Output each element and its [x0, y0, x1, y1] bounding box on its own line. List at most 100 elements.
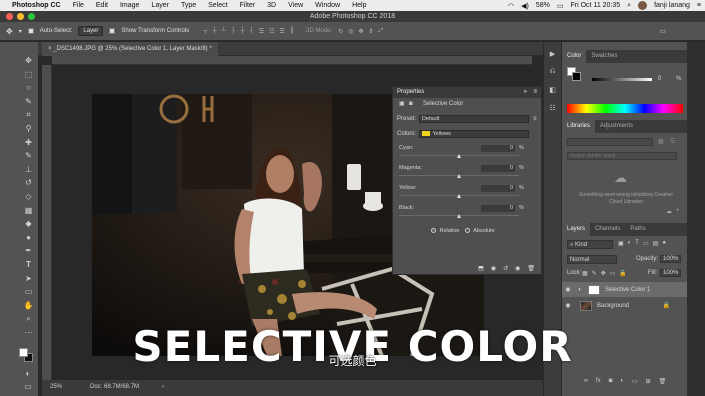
filter-adjustment-icon[interactable]: ◐	[628, 240, 632, 247]
black-value[interactable]: 0	[481, 205, 515, 212]
align-left-icon[interactable]: ├	[231, 28, 235, 35]
yellow-value[interactable]: 0	[481, 185, 515, 192]
history-icon[interactable]: ⎌	[548, 68, 558, 78]
preset-dropdown[interactable]: Default	[419, 115, 529, 123]
quick-select-tool-icon[interactable]: ✎	[24, 97, 34, 107]
battery-icon[interactable]: ▭	[557, 2, 564, 10]
lock-transparent-icon[interactable]: ▦	[582, 270, 588, 277]
3d-pan-icon[interactable]: ✥	[358, 28, 363, 35]
path-select-tool-icon[interactable]: ➤	[24, 274, 34, 284]
opacity-value[interactable]: 100%	[660, 255, 682, 263]
blur-tool-icon[interactable]: ◆	[24, 219, 34, 229]
status-arrow-icon[interactable]: ›	[162, 384, 164, 390]
layer-mask-icon[interactable]: ◙	[409, 98, 413, 111]
lock-pixels-icon[interactable]: ✎	[592, 270, 597, 277]
view-previous-icon[interactable]: ◉	[491, 265, 496, 272]
workspace-icon[interactable]: ▭	[660, 28, 666, 35]
relative-radio[interactable]	[431, 228, 436, 234]
adjustments-icon[interactable]: ◧	[548, 86, 558, 96]
volume-icon[interactable]: ◀)	[521, 2, 529, 10]
transform-controls-checkbox[interactable]	[109, 28, 116, 34]
filter-pixel-icon[interactable]: ▣	[618, 240, 624, 247]
horizontal-ruler[interactable]	[52, 56, 532, 65]
lock-position-icon[interactable]: ✥	[601, 270, 606, 277]
3d-roll-icon[interactable]: ◎	[348, 28, 353, 35]
tab-libraries[interactable]: Libraries	[562, 120, 596, 133]
link-layers-icon[interactable]: ∞	[584, 378, 588, 390]
tool-preset-dropdown-icon[interactable]: ▾	[19, 28, 22, 35]
color-spectrum[interactable]	[567, 104, 683, 113]
layer-filter-dropdown[interactable]: ⌕ Kind	[567, 240, 613, 249]
distribute-2-icon[interactable]: ☷	[269, 28, 274, 35]
preset-menu-icon[interactable]: ≡	[533, 116, 537, 122]
minimize-window-button[interactable]	[17, 13, 24, 20]
tab-adjustments[interactable]: Adjustments	[595, 120, 638, 133]
add-mask-icon[interactable]: ◙	[609, 378, 613, 390]
properties-icon[interactable]: ☷	[548, 104, 558, 114]
crop-tool-icon[interactable]: ⌗	[24, 110, 34, 120]
auto-select-checkbox[interactable]	[27, 28, 34, 34]
library-add-icon[interactable]: +	[676, 208, 680, 214]
panel-menu-icon[interactable]: ≡	[533, 87, 537, 98]
align-middle-icon[interactable]: ┼	[212, 28, 216, 35]
zoom-window-button[interactable]	[28, 13, 35, 20]
visibility-eye-icon[interactable]: ◉	[562, 302, 574, 309]
type-tool-icon[interactable]: T	[24, 260, 34, 270]
layer-style-icon[interactable]: fx	[596, 378, 601, 390]
color-value[interactable]: 0	[658, 76, 661, 82]
dodge-tool-icon[interactable]: ●	[24, 233, 34, 243]
tab-swatches[interactable]: Swatches	[586, 50, 622, 63]
delete-icon[interactable]: 🗑	[527, 265, 535, 272]
screen-mode-icon[interactable]: ▭	[23, 382, 33, 392]
background-thumbnail[interactable]	[580, 300, 592, 311]
filter-shape-icon[interactable]: ▭	[643, 240, 649, 247]
colors-dropdown[interactable]: Yellows	[419, 130, 529, 138]
yellow-thumb[interactable]	[457, 194, 461, 198]
document-tab[interactable]: × _DSC1498.JPG @ 25% (Selective Color 1,…	[42, 42, 218, 56]
tab-paths[interactable]: Paths	[625, 223, 650, 236]
reset-icon[interactable]: ↺	[503, 265, 508, 272]
align-center-icon[interactable]: ┼	[240, 28, 244, 35]
grid-view-icon[interactable]: ▦	[658, 138, 664, 145]
layer-item-background[interactable]: ◉ Background 🔒	[562, 298, 688, 313]
marquee-tool-icon[interactable]: ⬚	[24, 70, 34, 80]
lock-artboard-icon[interactable]: ▭	[610, 270, 616, 277]
tab-channels[interactable]: Channels	[590, 223, 625, 236]
battery-percent[interactable]: 58%	[536, 2, 550, 9]
filter-smart-icon[interactable]: ▤	[653, 240, 659, 247]
relative-option[interactable]: Relative	[431, 228, 459, 234]
menu-select[interactable]: Select	[208, 2, 227, 9]
layer-name-background[interactable]: Background	[597, 303, 629, 309]
menu-view[interactable]: View	[288, 2, 303, 9]
distribute-icon[interactable]: ☰	[259, 28, 264, 35]
library-dropdown[interactable]	[567, 138, 653, 146]
yellow-slider[interactable]: Yellow: 0 %	[393, 185, 541, 205]
layer-name-selective-color[interactable]: Selective Color 1	[605, 287, 650, 293]
lasso-tool-icon[interactable]: ○	[24, 83, 34, 93]
clock[interactable]: Fri Oct 11 20:35	[571, 2, 621, 9]
menu-edit[interactable]: Edit	[96, 2, 108, 9]
close-tab-icon[interactable]: ×	[48, 46, 52, 52]
move-tool-icon[interactable]: ✥	[6, 27, 13, 36]
fill-value[interactable]: 100%	[660, 269, 682, 277]
shape-tool-icon[interactable]: ▭	[24, 287, 34, 297]
menu-filter[interactable]: Filter	[240, 2, 256, 9]
menu-app[interactable]: Photoshop CC	[12, 2, 61, 9]
menu-type[interactable]: Type	[181, 2, 196, 9]
lock-all-icon[interactable]: 🔒	[619, 270, 626, 277]
user-name[interactable]: fanji lanang	[654, 2, 690, 9]
menu-help[interactable]: Help	[352, 2, 366, 9]
3d-scale-icon[interactable]: ⤢	[379, 28, 384, 35]
black-slider[interactable]: Black: 0 %	[393, 205, 541, 225]
magenta-slider[interactable]: Magenta: 0 %	[393, 165, 541, 185]
gradient-tool-icon[interactable]: ▦	[24, 206, 34, 216]
stock-search-input[interactable]: Search Adobe Stock	[567, 152, 677, 160]
pen-tool-icon[interactable]: ✒	[24, 246, 34, 256]
absolute-radio[interactable]	[465, 228, 470, 234]
zoom-level[interactable]: 25%	[50, 384, 62, 390]
magenta-thumb[interactable]	[457, 174, 461, 178]
align-top-icon[interactable]: ┬	[203, 28, 207, 35]
align-right-icon[interactable]: ┤	[249, 28, 253, 35]
new-group-icon[interactable]: ▭	[632, 378, 638, 390]
filter-toggle-icon[interactable]: ●	[662, 240, 666, 247]
